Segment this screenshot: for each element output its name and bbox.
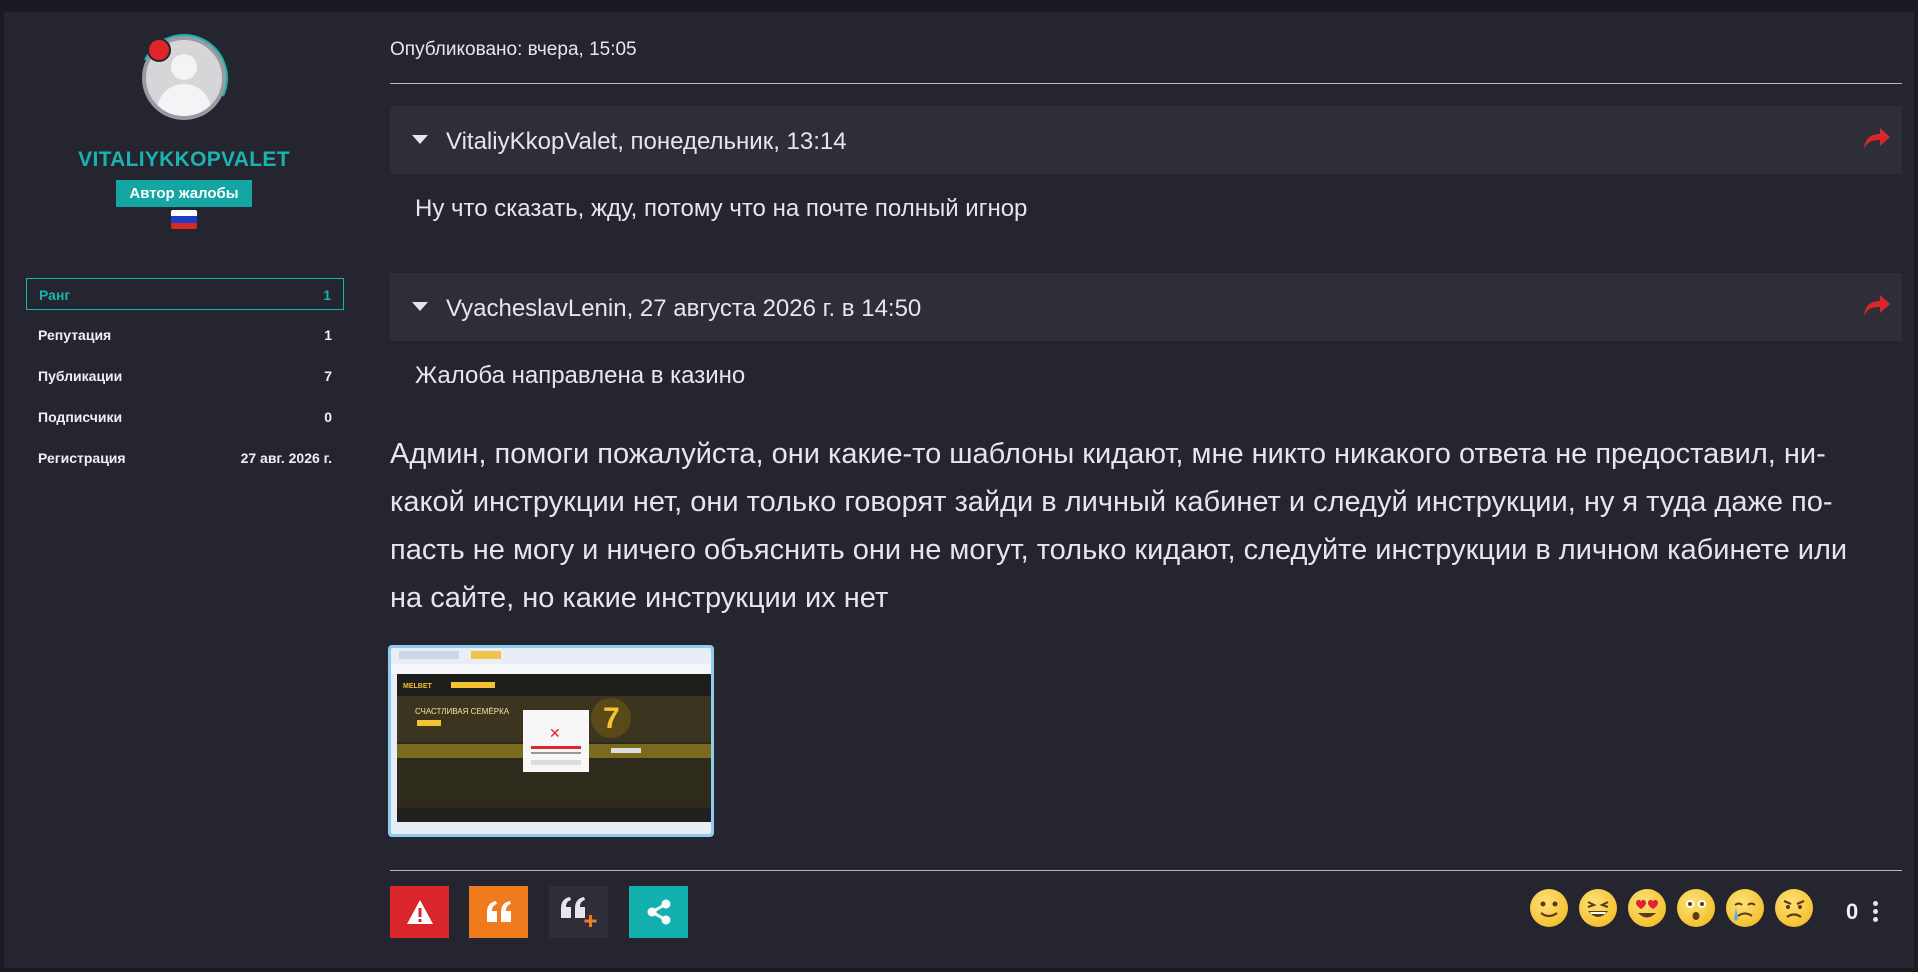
quote-header[interactable]: VyacheslavLenin, 27 августа 2026 г. в 14… — [390, 273, 1902, 341]
divider — [390, 83, 1902, 84]
svg-text:✕: ✕ — [549, 725, 561, 741]
astonished-emoji-icon[interactable] — [1677, 889, 1715, 927]
attachment-thumbnail[interactable]: MELBET СЧАСТЛИВАЯ СЕМЁРКА 7 ✕ — [388, 645, 714, 837]
stat-value: 27 авг. 2026 г. — [240, 450, 332, 466]
avatar-head-shape — [171, 54, 197, 80]
screenshot-image: MELBET СЧАСТЛИВАЯ СЕМЁРКА 7 ✕ — [391, 648, 711, 834]
post-body: Админ, помоги пожалуйста, они какие-то ш… — [390, 430, 1902, 622]
stat-rank[interactable]: Ранг 1 — [26, 278, 344, 310]
quote-author[interactable]: VyacheslavLenin, 27 августа 2026 г. в 14… — [446, 295, 921, 323]
more-options-icon[interactable] — [1873, 901, 1879, 923]
stat-value: 0 — [324, 409, 332, 425]
author-name[interactable]: VITALIYKKOPVALET — [4, 148, 364, 172]
reactions-bar: 0 — [386, 889, 1902, 933]
author-stats: Ранг 1 Репутация 1 Публикации 7 Подписчи… — [26, 278, 344, 483]
stat-label: Публикации — [38, 368, 123, 384]
stat-registration[interactable]: Регистрация 27 авг. 2026 г. — [26, 442, 344, 474]
stat-label: Регистрация — [38, 450, 126, 466]
go-to-quote-icon[interactable] — [1862, 126, 1892, 152]
banner-title: СЧАСТЛИВАЯ СЕМЁРКА — [415, 707, 510, 716]
crying-emoji-icon[interactable] — [1726, 889, 1764, 927]
laugh-emoji-icon[interactable] — [1579, 889, 1617, 927]
quote-header[interactable]: VitaliyKkopValet, понедельник, 13:14 — [390, 106, 1902, 174]
stat-publications[interactable]: Публикации 7 — [26, 360, 344, 392]
caret-down-icon[interactable] — [412, 135, 428, 144]
stat-value: 7 — [324, 368, 332, 384]
avatar-body-shape — [157, 84, 211, 116]
quote-author[interactable]: VitaliyKkopValet, понедельник, 13:14 — [446, 128, 847, 156]
quote-text: Ну что сказать, жду, потому что на почте… — [415, 195, 1028, 222]
post-body-line: на сайте, но какие инструкции их нет — [390, 582, 889, 614]
stat-label: Подписчики — [38, 409, 123, 425]
stat-label: Ранг — [39, 287, 71, 303]
go-to-quote-icon[interactable] — [1862, 293, 1892, 319]
quote-text: Жалоба направлена в казино — [415, 362, 746, 389]
post-body-line: пасть не могу и ничего объяснить они не … — [390, 534, 1848, 566]
heart-eyes-emoji-icon[interactable] — [1628, 889, 1666, 927]
author-panel: VITALIYKKOPVALET Автор жалобы Ранг 1 Реп… — [4, 12, 364, 968]
status-dot — [147, 38, 171, 62]
divider — [390, 870, 1902, 871]
stat-followers[interactable]: Подписчики 0 — [26, 401, 344, 433]
stat-reputation[interactable]: Репутация 1 — [26, 319, 344, 351]
stat-value: 1 — [324, 327, 332, 343]
caret-down-icon[interactable] — [412, 302, 428, 311]
angry-emoji-icon[interactable] — [1775, 889, 1813, 927]
reaction-count[interactable]: 0 — [1846, 899, 1858, 925]
russia-flag-icon — [171, 210, 197, 229]
post-container: VITALIYKKOPVALET Автор жалобы Ранг 1 Реп… — [4, 12, 1914, 968]
post-body-line: Админ, помоги пожалуйста, они какие-то ш… — [390, 438, 1826, 470]
author-badge: Автор жалобы — [116, 180, 252, 207]
site-logo: MELBET — [403, 683, 433, 690]
stat-label: Репутация — [38, 327, 112, 343]
svg-text:7: 7 — [603, 702, 620, 735]
post-body-line: какой инструкции нет, они только говорят… — [390, 486, 1833, 518]
smile-emoji-icon[interactable] — [1530, 889, 1568, 927]
published-date: Опубликовано: вчера, 15:05 — [390, 39, 637, 60]
stat-value: 1 — [323, 287, 331, 303]
